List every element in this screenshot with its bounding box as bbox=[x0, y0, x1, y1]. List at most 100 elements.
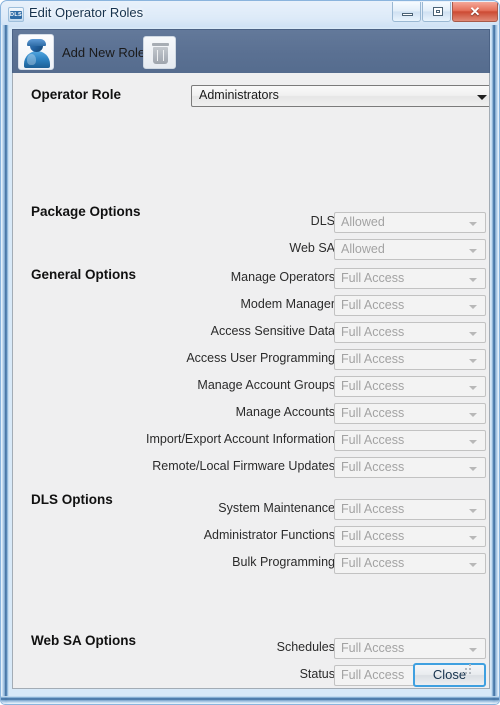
person-hat-shape bbox=[27, 39, 46, 46]
operator-role-select[interactable]: Administrators bbox=[191, 85, 489, 107]
add-new-role-label: Add New Role bbox=[62, 44, 146, 60]
option-label: Schedules bbox=[276, 640, 335, 654]
option-label: Manage Operators bbox=[230, 270, 335, 284]
option-select[interactable]: Full Access bbox=[334, 553, 486, 574]
chevron-down-icon bbox=[469, 278, 477, 282]
delete-role-button[interactable] bbox=[143, 36, 176, 69]
option-value: Full Access bbox=[341, 668, 405, 682]
option-select[interactable]: Full Access bbox=[334, 349, 486, 370]
option-value: Full Access bbox=[341, 406, 405, 420]
option-label: System Maintenance bbox=[218, 501, 335, 515]
option-row: Access User Programming Full Access bbox=[13, 349, 489, 371]
option-value: Full Access bbox=[341, 460, 405, 474]
window-border-bottom bbox=[1, 696, 499, 704]
trash-icon bbox=[153, 47, 168, 64]
option-value: Full Access bbox=[341, 379, 405, 393]
option-row: Web SA Allowed bbox=[13, 239, 489, 261]
chevron-down-icon bbox=[469, 563, 477, 567]
option-select[interactable]: Allowed bbox=[334, 239, 486, 260]
user-add-icon bbox=[18, 34, 54, 70]
window-border-right bbox=[491, 25, 499, 704]
toolbar: Add New Role bbox=[12, 29, 490, 73]
chevron-down-icon bbox=[469, 467, 477, 471]
option-select[interactable]: Full Access bbox=[334, 499, 486, 520]
option-row: Administrator Functions Full Access bbox=[13, 526, 489, 548]
option-select[interactable]: Full Access bbox=[334, 457, 486, 478]
window-title: Edit Operator Roles bbox=[29, 5, 144, 20]
content-panel: Operator Role Administrators Package Opt… bbox=[12, 73, 490, 689]
window-border-left bbox=[1, 25, 9, 704]
option-value: Allowed bbox=[341, 242, 385, 256]
option-value: Full Access bbox=[341, 502, 405, 516]
option-row: Manage Accounts Full Access bbox=[13, 403, 489, 425]
option-label: Manage Accounts bbox=[235, 405, 335, 419]
title-bar: DLS Edit Operator Roles ✕ bbox=[1, 1, 499, 28]
option-row: Access Sensitive Data Full Access bbox=[13, 322, 489, 344]
chevron-down-icon bbox=[469, 249, 477, 253]
option-label: Web SA bbox=[289, 241, 335, 255]
chevron-down-icon bbox=[477, 95, 487, 100]
chevron-down-icon bbox=[469, 305, 477, 309]
option-select[interactable]: Full Access bbox=[334, 638, 486, 659]
option-select[interactable]: Full Access bbox=[334, 322, 486, 343]
option-row: Modem Manager Full Access bbox=[13, 295, 489, 317]
option-row: Manage Operators Full Access bbox=[13, 268, 489, 290]
window-controls: ✕ bbox=[391, 2, 498, 23]
option-label: Bulk Programming bbox=[232, 555, 335, 569]
option-label: Access Sensitive Data bbox=[210, 324, 335, 338]
option-label: Modem Manager bbox=[240, 297, 336, 311]
dialog-window: DLS Edit Operator Roles ✕ Add New Role O… bbox=[0, 0, 500, 705]
option-select[interactable]: Full Access bbox=[334, 526, 486, 547]
option-row: Schedules Full Access bbox=[13, 638, 489, 660]
option-row: Remote/Local Firmware Updates Full Access bbox=[13, 457, 489, 479]
close-button[interactable]: Close bbox=[413, 663, 486, 687]
option-label: Manage Account Groups bbox=[197, 378, 335, 392]
option-select[interactable]: Full Access bbox=[334, 430, 486, 451]
option-select[interactable]: Full Access bbox=[334, 376, 486, 397]
trash-line-shape bbox=[151, 50, 152, 61]
add-new-role-button[interactable]: Add New Role bbox=[18, 33, 149, 71]
maximize-icon bbox=[433, 7, 443, 16]
chevron-down-icon bbox=[469, 648, 477, 652]
close-window-button[interactable]: ✕ bbox=[452, 2, 498, 22]
chevron-down-icon bbox=[469, 413, 477, 417]
option-row: DLS Allowed bbox=[13, 212, 489, 234]
chevron-down-icon bbox=[469, 359, 477, 363]
operator-role-label: Operator Role bbox=[31, 87, 122, 102]
dls-logo-text: DLS bbox=[10, 11, 22, 19]
option-row: Import/Export Account Information Full Ac… bbox=[13, 430, 489, 452]
option-label: Status bbox=[299, 667, 335, 681]
chevron-down-icon bbox=[469, 386, 477, 390]
option-value: Allowed bbox=[341, 215, 385, 229]
option-select[interactable]: Full Access bbox=[334, 403, 486, 424]
option-row: Bulk Programming Full Access bbox=[13, 553, 489, 575]
option-row: Manage Account Groups Full Access bbox=[13, 376, 489, 398]
option-value: Full Access bbox=[341, 298, 405, 312]
option-value: Full Access bbox=[341, 641, 405, 655]
option-label: Administrator Functions bbox=[203, 528, 335, 542]
dls-logo-icon: DLS bbox=[8, 7, 24, 22]
person-highlight-shape bbox=[27, 54, 36, 65]
option-select[interactable]: Full Access bbox=[334, 268, 486, 289]
option-row: System Maintenance Full Access bbox=[13, 499, 489, 521]
option-label: Access User Programming bbox=[186, 351, 335, 365]
option-select[interactable]: Full Access bbox=[334, 295, 486, 316]
option-label: Import/Export Account Information bbox=[146, 432, 335, 446]
minimize-icon bbox=[402, 13, 413, 16]
resize-grip[interactable] bbox=[461, 664, 473, 676]
chevron-down-icon bbox=[469, 509, 477, 513]
chevron-down-icon bbox=[469, 222, 477, 226]
option-label: DLS bbox=[310, 214, 335, 228]
option-value: Full Access bbox=[341, 556, 405, 570]
option-value: Full Access bbox=[341, 433, 405, 447]
chevron-down-icon bbox=[469, 332, 477, 336]
option-value: Full Access bbox=[341, 325, 405, 339]
maximize-button[interactable] bbox=[422, 2, 451, 22]
trash-lid-shape bbox=[152, 43, 169, 46]
option-value: Full Access bbox=[341, 271, 405, 285]
option-select[interactable]: Allowed bbox=[334, 212, 486, 233]
minimize-button[interactable] bbox=[392, 2, 421, 22]
chevron-down-icon bbox=[469, 536, 477, 540]
chevron-down-icon bbox=[469, 440, 477, 444]
option-value: Full Access bbox=[341, 529, 405, 543]
